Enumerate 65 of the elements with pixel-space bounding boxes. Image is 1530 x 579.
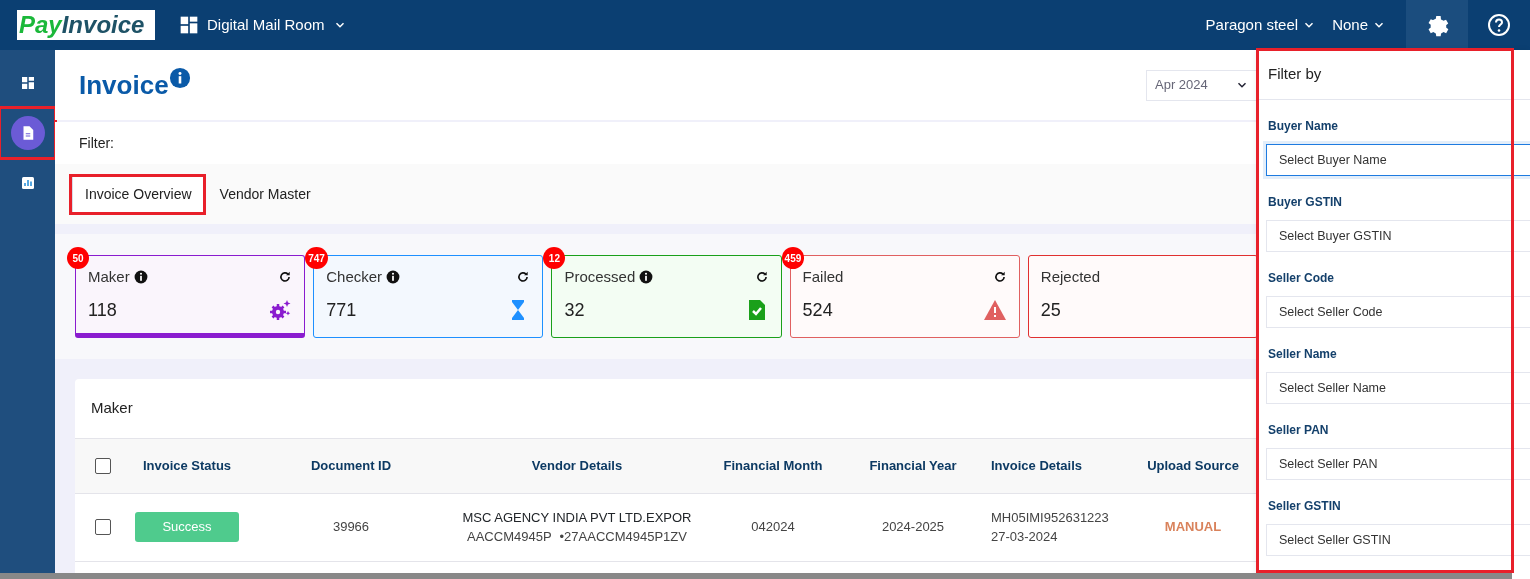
vendor-pan: AACCM4945P — [467, 528, 552, 546]
info-icon — [386, 270, 401, 285]
refresh-icon[interactable] — [754, 270, 769, 285]
card-label: Processed — [564, 267, 636, 287]
count-badge: 747 — [305, 247, 328, 269]
card-label: Rejected — [1040, 267, 1100, 287]
status-card[interactable]: Rejected 25 — [1027, 255, 1258, 338]
column-header: Upload Source — [1146, 456, 1240, 475]
column-header: Invoice Status — [141, 456, 233, 475]
warning-icon — [982, 298, 1007, 322]
card-count: 32 — [564, 298, 585, 322]
tab[interactable]: Vendor Master — [207, 175, 323, 213]
card-label: Failed — [802, 267, 844, 287]
count-badge: 50 — [67, 247, 89, 269]
panel-title: Filter by — [1258, 50, 1530, 100]
column-header: Document ID — [309, 456, 393, 475]
company-menu[interactable]: Paragon steel — [1205, 13, 1317, 37]
help-icon[interactable] — [1487, 13, 1511, 37]
card-label: Checker — [326, 267, 383, 287]
refresh-icon[interactable] — [992, 270, 1007, 285]
module-menu[interactable]: Digital Mail Room — [179, 13, 347, 37]
info-icon — [639, 270, 654, 285]
invoice-number: MH05IMI952631223 — [991, 508, 1110, 527]
column-header: Vendor Details — [530, 456, 624, 475]
upload-source: MANUAL — [1163, 518, 1223, 537]
field-label: Seller PAN — [1267, 422, 1330, 439]
column-header: Financial Year — [868, 456, 958, 475]
table-cell-text: 39966 — [331, 518, 371, 537]
tab[interactable]: Invoice Overview — [71, 175, 204, 213]
field-label: Seller GSTIN — [1267, 498, 1342, 515]
branch-menu[interactable]: None — [1332, 13, 1386, 37]
table-cell-text: 042024 — [750, 518, 796, 537]
card-count: 25 — [1040, 298, 1061, 322]
row-checkbox[interactable] — [95, 519, 111, 535]
column-header: Financial Month — [722, 456, 824, 475]
gear-icon — [268, 298, 293, 322]
page-title: Invoice — [79, 68, 169, 102]
scrollbar[interactable] — [0, 573, 1512, 579]
field-label: Seller Name — [1267, 346, 1338, 363]
filter-label: Filter: — [79, 133, 114, 153]
card-count: 118 — [88, 298, 117, 322]
select-all-checkbox[interactable] — [95, 457, 111, 474]
refresh-icon[interactable] — [278, 270, 293, 285]
refresh-icon[interactable] — [516, 270, 531, 285]
field-label: Buyer GSTIN — [1267, 194, 1343, 211]
table-cell-text: 2024-2025 — [880, 518, 946, 537]
sidebar-item[interactable] — [0, 108, 55, 158]
info-icon — [168, 67, 191, 89]
column-header: Invoice Details — [991, 456, 1084, 475]
select-field[interactable]: Select Buyer Name — [1266, 144, 1530, 176]
vendor-gstin: •27AACCM4945P1ZV — [559, 528, 687, 546]
month-select[interactable]: Apr 2024 — [1146, 69, 1258, 101]
card-count: 771 — [326, 298, 357, 322]
count-badge: 459 — [781, 247, 805, 269]
vendor-name: MSC AGENCY INDIA PVT LTD.EXPOR — [461, 508, 693, 527]
logo: PayInvoice — [17, 10, 155, 40]
field-label: Buyer Name — [1267, 118, 1340, 135]
card-label: Maker — [88, 267, 130, 287]
status-badge: Success — [135, 512, 239, 542]
info-icon — [133, 270, 148, 285]
invoice-date: 27-03-2024 — [991, 528, 1059, 546]
grid-icon — [179, 15, 199, 35]
field-label: Seller Code — [1267, 270, 1336, 287]
count-badge: 12 — [543, 247, 566, 269]
card-count: 524 — [802, 298, 833, 322]
